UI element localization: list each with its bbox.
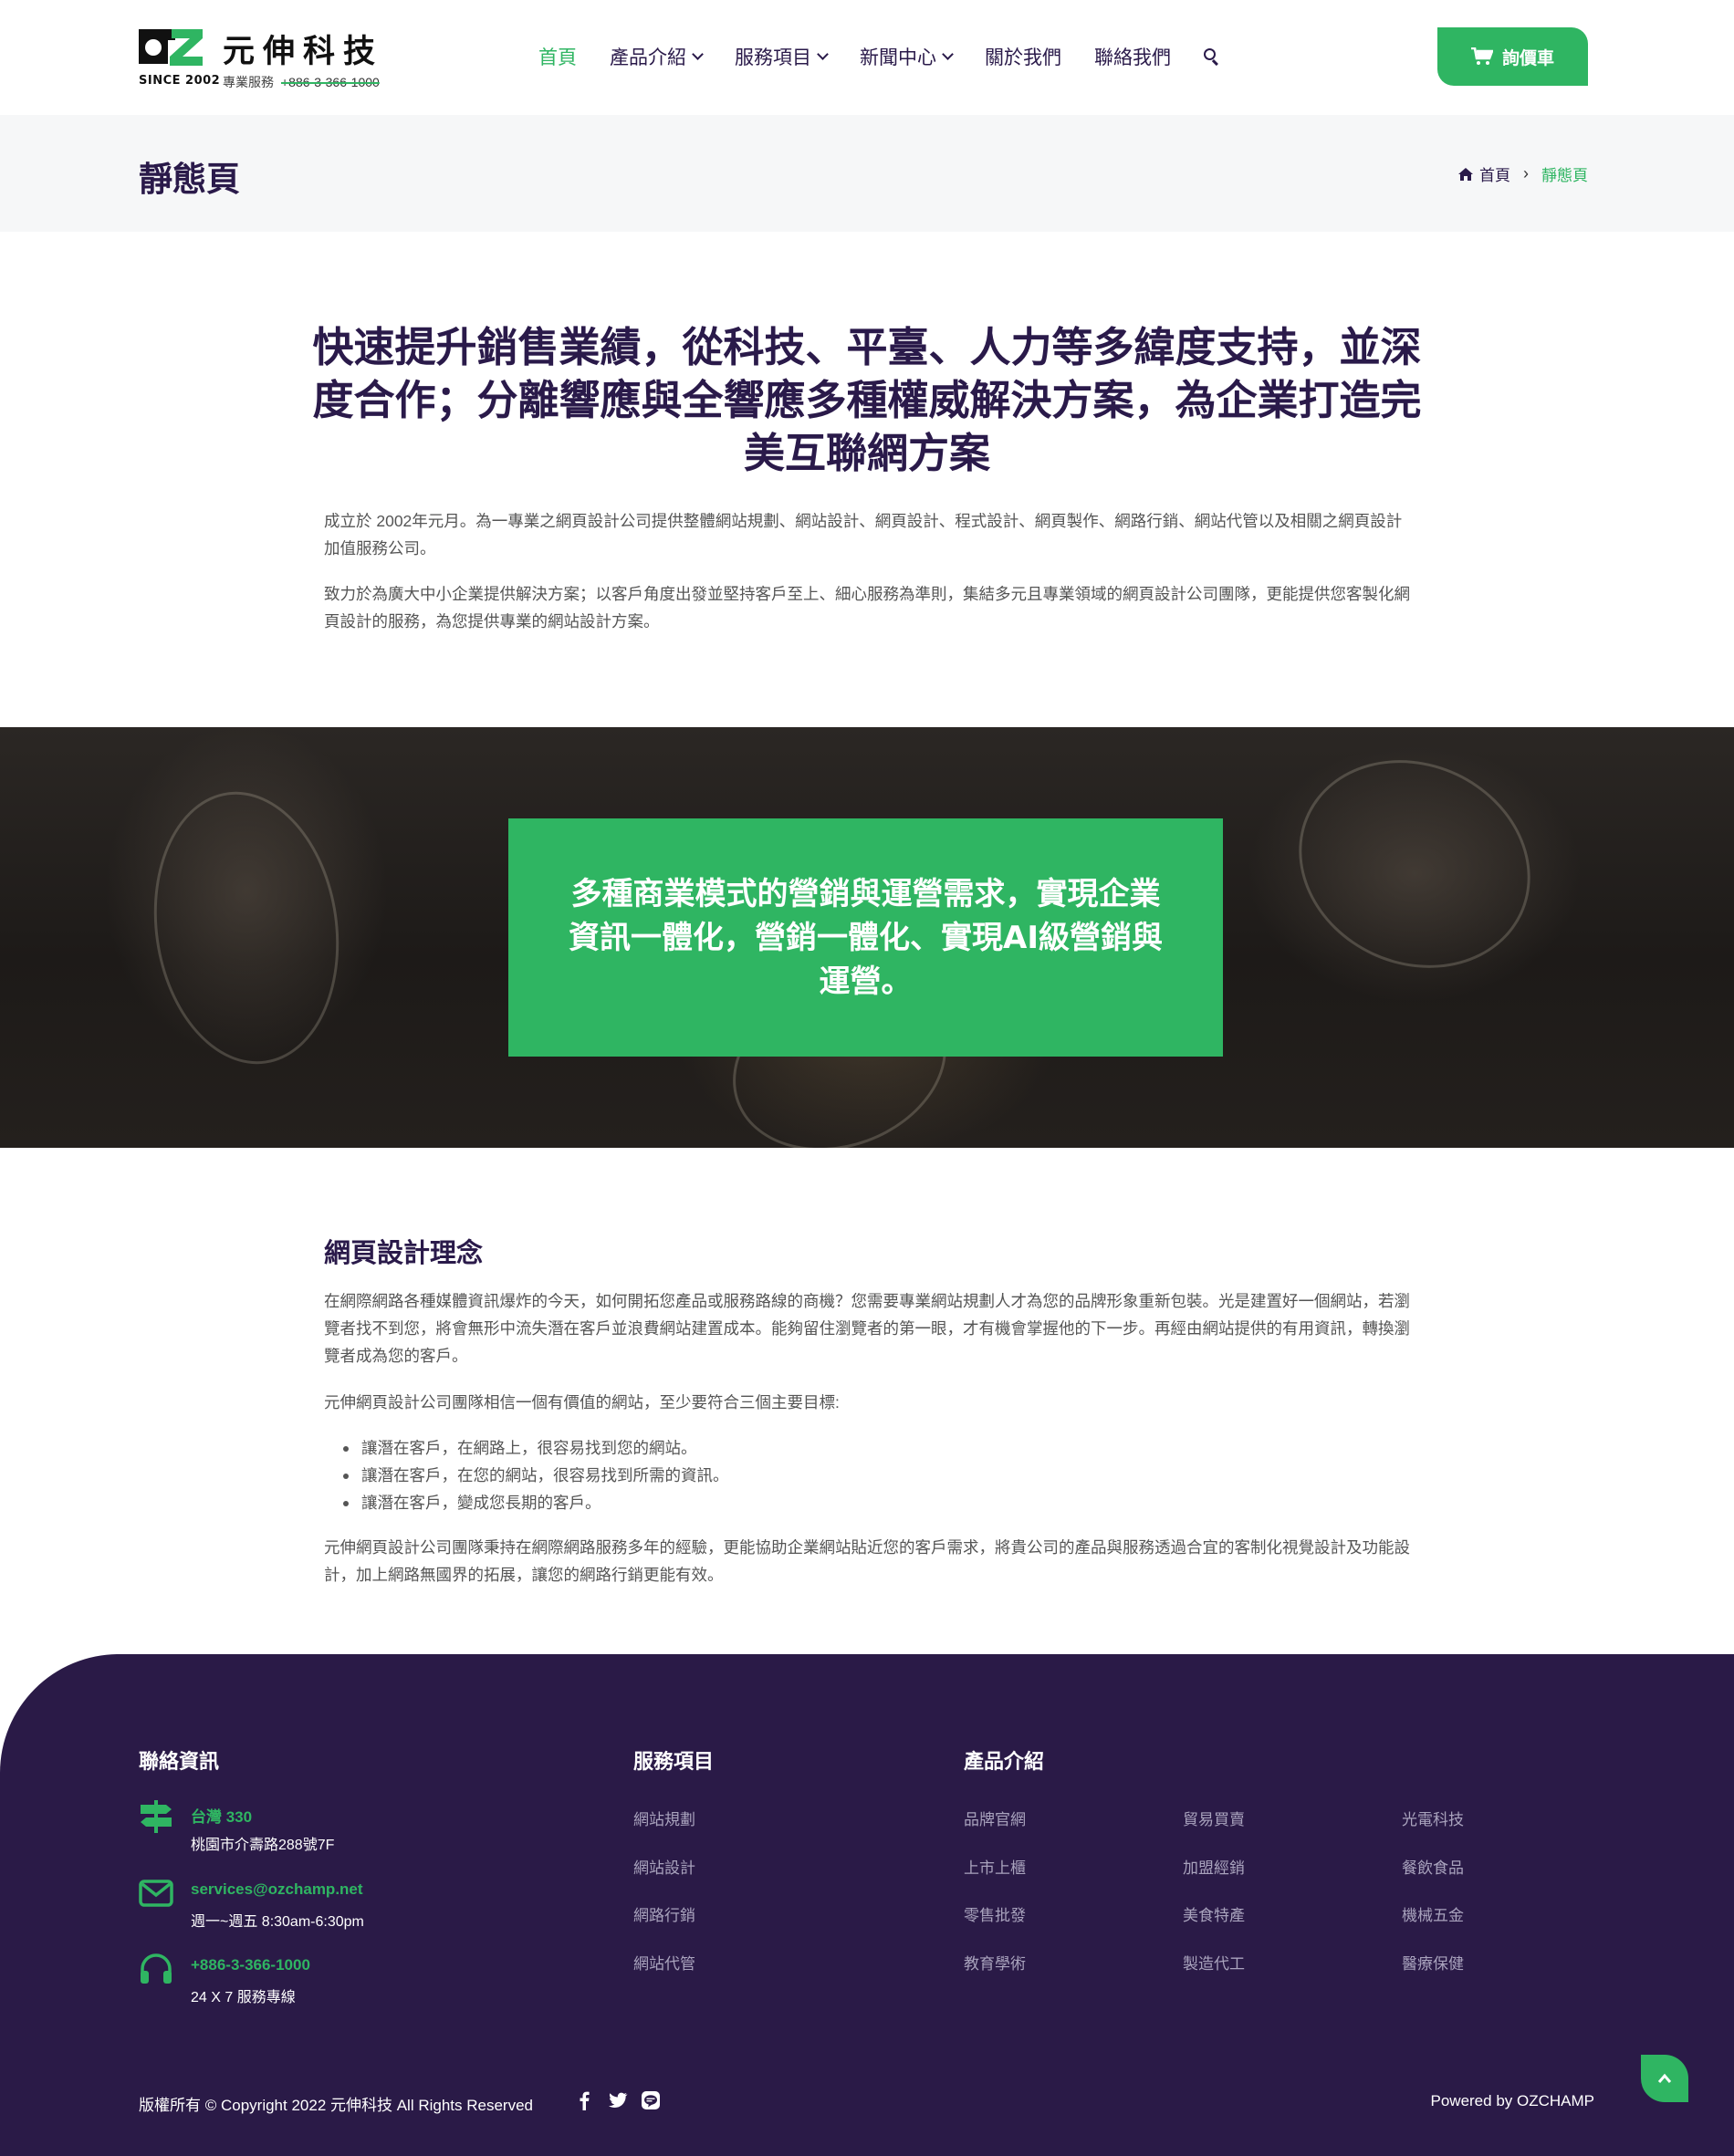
contact-line2: 週一~週五 8:30am-6:30pm: [191, 1914, 364, 1930]
intro-paragraph: 致力於為廣大中小企業提供解決方案；以客戶角度出發並堅持客戶至上、細心服務為準則，…: [324, 585, 1410, 630]
home-icon: [1458, 167, 1473, 181]
service-phone[interactable]: +886-3-366-1000: [281, 75, 380, 89]
nav-item-products[interactable]: 產品介紹: [610, 43, 704, 70]
nav-item-services[interactable]: 服務項目: [735, 43, 829, 70]
social-links: [575, 2090, 674, 2110]
search-icon[interactable]: [1204, 48, 1220, 66]
page-title: 靜態頁: [139, 160, 240, 199]
breadcrumb: 首頁 › 靜態頁: [1457, 162, 1588, 185]
page-title-band: 靜態頁 首頁 › 靜態頁: [0, 115, 1734, 232]
philosophy-title: 網頁設計理念: [324, 1237, 484, 1268]
chevron-down-icon: [817, 47, 829, 60]
footer-products-heading: 產品介紹: [964, 1751, 1045, 1774]
headset-icon: [141, 1953, 172, 1984]
footer-link-product[interactable]: 零售批發: [964, 1902, 1026, 1925]
back-to-top-button[interactable]: [1641, 2055, 1688, 2102]
footer-link-product[interactable]: 品牌官網: [964, 1807, 1026, 1829]
site-logo[interactable]: SINCE 2002 元伸科技 專業服務 +886-3-366-1000: [139, 26, 403, 91]
logo-mark-icon: [139, 29, 203, 66]
twitter-icon[interactable]: [608, 2090, 628, 2110]
nav-item-about[interactable]: 關於我們: [985, 43, 1061, 70]
breadcrumb-home[interactable]: 首頁: [1479, 162, 1510, 185]
footer-link-product[interactable]: 上市上櫃: [964, 1855, 1026, 1878]
banner-text: 多種商業模式的營銷與運營需求，實現企業資訊一體化，營銷一體化、實現AI級營銷與運…: [569, 875, 1163, 1000]
site-header: SINCE 2002 元伸科技 專業服務 +886-3-366-1000 首頁 產…: [0, 0, 1734, 115]
footer-link-product[interactable]: 美食特產: [1183, 1902, 1245, 1925]
service-label: 專業服務: [223, 75, 274, 89]
nav-item-home[interactable]: 首頁: [538, 43, 577, 70]
contact-line2: 24 X 7 服務專線: [191, 1990, 296, 2005]
chevron-down-icon: [942, 47, 954, 60]
mail-icon: [139, 1880, 173, 1907]
nav-label: 首頁: [538, 47, 577, 68]
footer-contact-heading: 聯絡資訊: [139, 1751, 220, 1774]
powered-by-text: Powered by OZCHAMP: [1430, 2092, 1595, 2109]
inquiry-cart-button[interactable]: 詢價車: [1437, 27, 1588, 86]
lightbulb-image: [137, 779, 356, 1077]
footer-link-service[interactable]: 網站規劃: [633, 1807, 695, 1829]
nav-label: 產品介紹: [610, 47, 686, 68]
footer-link-service[interactable]: 網站代管: [633, 1951, 695, 1974]
signpost-icon: [141, 1800, 172, 1833]
logo-since: SINCE 2002: [139, 74, 221, 88]
chevron-down-icon: [692, 47, 704, 60]
list-item: 讓潛在客戶，在網路上，很容易找到您的網站。: [339, 1434, 1343, 1462]
shopping-cart-icon: [1470, 47, 1493, 65]
copyright-text: 版權所有 © Copyright 2022 元伸科技 All Rights Re…: [139, 2097, 533, 2114]
lightbulb-image: [1264, 727, 1565, 1005]
nav-label: 聯絡我們: [1094, 47, 1171, 68]
nav-label: 服務項目: [735, 47, 811, 68]
contact-email-link[interactable]: services@ozchamp.net: [191, 1880, 363, 1899]
logo-name: 元伸科技: [223, 34, 384, 70]
lightbulb-banner: 多種商業模式的營銷與運營需求，實現企業資訊一體化，營銷一體化、實現AI級營銷與運…: [0, 727, 1734, 1148]
banner-callout: 多種商業模式的營銷與運營需求，實現企業資訊一體化，營銷一體化、實現AI級營銷與運…: [508, 818, 1223, 1057]
main-nav: 首頁 產品介紹 服務項目 新聞中心 關於我們 聯絡我們: [538, 40, 1220, 73]
footer-link-product[interactable]: 光電科技: [1402, 1807, 1464, 1829]
chevron-up-icon: [1657, 2073, 1672, 2083]
intro-paragraph: 成立於 2002年元月。為一專業之網頁設計公司提供整體網站規劃、網站設計、網頁設…: [324, 512, 1403, 557]
footer-link-product[interactable]: 加盟經銷: [1183, 1855, 1245, 1878]
intro-heading: 快速提升銷售業績，從科技、平臺、人力等多緯度支持，並深度合作；分離響應與全響應多…: [312, 323, 1422, 477]
footer-link-product[interactable]: 醫療保健: [1402, 1951, 1464, 1974]
footer-link-product[interactable]: 教育學術: [964, 1951, 1026, 1974]
philosophy-paragraph: 在網際網路各種媒體資訊爆炸的今天，如何開拓您產品或服務路線的商機？您需要專業網站…: [324, 1292, 1410, 1365]
facebook-icon[interactable]: [575, 2090, 595, 2110]
breadcrumb-separator: ›: [1523, 164, 1529, 182]
footer-link-service[interactable]: 網路行銷: [633, 1902, 695, 1925]
footer-link-product[interactable]: 貿易買賣: [1183, 1807, 1245, 1829]
cart-label: 詢價車: [1501, 47, 1554, 68]
footer-link-product[interactable]: 製造代工: [1183, 1951, 1245, 1974]
contact-phone-link[interactable]: +886-3-366-1000: [191, 1956, 310, 1974]
breadcrumb-current: 靜態頁: [1541, 167, 1588, 184]
nav-item-contact[interactable]: 聯絡我們: [1094, 43, 1171, 70]
contact-line1: 台灣 330: [191, 1808, 253, 1826]
philosophy-paragraph: 元伸網頁設計公司團隊秉持在網際網路服務多年的經驗，更能協助企業網站貼近您的客戶需…: [324, 1538, 1410, 1584]
footer-link-service[interactable]: 網站設計: [633, 1855, 695, 1878]
contact-line2: 桃園市介壽路288號7F: [191, 1838, 335, 1853]
nav-item-news[interactable]: 新聞中心: [860, 43, 954, 70]
footer-link-product[interactable]: 機械五金: [1402, 1902, 1464, 1925]
nav-label: 關於我們: [985, 47, 1061, 68]
philosophy-paragraph: 元伸網頁設計公司團隊相信一個有價值的網站，至少要符合三個主要目標:: [324, 1393, 840, 1411]
logo-tagline: 專業服務 +886-3-366-1000: [223, 73, 380, 91]
nav-label: 新聞中心: [860, 47, 936, 68]
site-footer: 聯絡資訊 服務項目 產品介紹 台灣 330 桃園市介壽路288號7F servi…: [0, 1654, 1734, 2156]
line-icon[interactable]: [641, 2090, 661, 2110]
list-item: 讓潛在客戶，變成您長期的客戶。: [339, 1489, 1343, 1516]
footer-services-heading: 服務項目: [633, 1751, 715, 1774]
list-item: 讓潛在客戶，在您的網站，很容易找到所需的資訊。: [339, 1462, 1343, 1489]
footer-link-product[interactable]: 餐飲食品: [1402, 1855, 1464, 1878]
goals-list: 讓潛在客戶，在網路上，很容易找到您的網站。 讓潛在客戶，在您的網站，很容易找到所…: [339, 1434, 1343, 1516]
